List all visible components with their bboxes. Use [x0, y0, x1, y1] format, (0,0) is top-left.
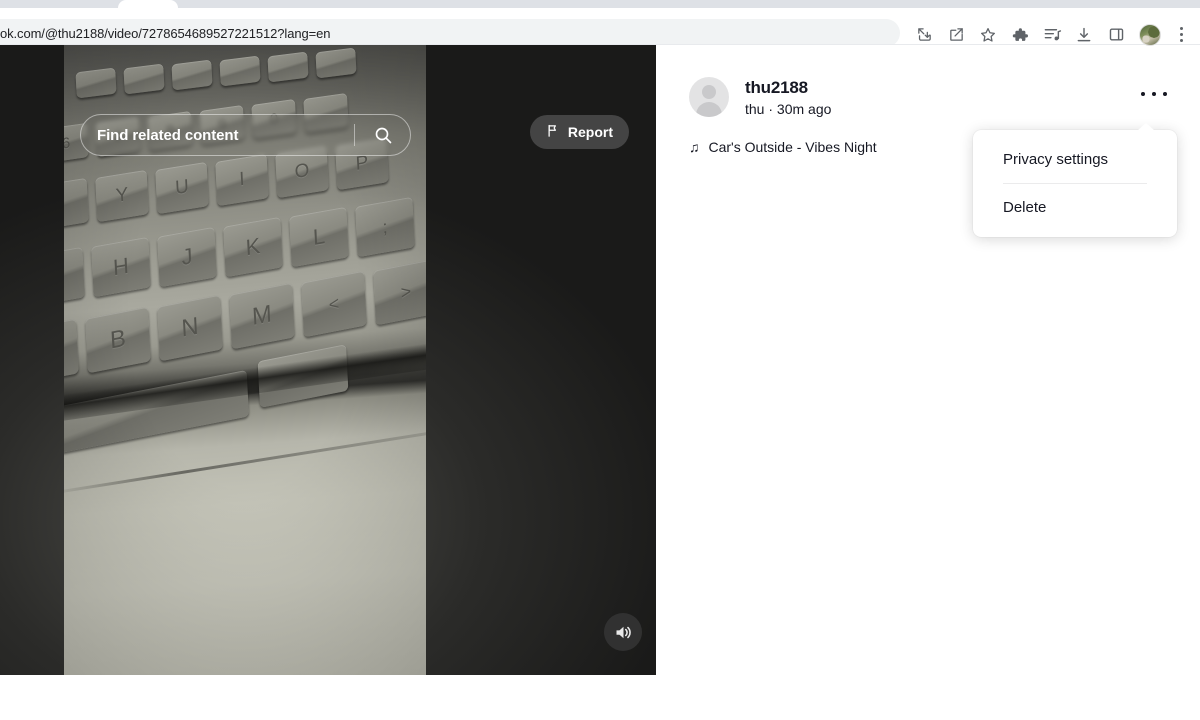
- author-row: thu2188 thu · 30m ago: [689, 77, 1167, 117]
- downloads-icon[interactable]: [1068, 19, 1100, 51]
- browser-menu-icon[interactable]: [1168, 19, 1194, 51]
- find-related-content-search[interactable]: Find related content: [80, 114, 411, 156]
- report-button[interactable]: Report: [529, 115, 629, 149]
- video-player-pane[interactable]: 6 7 8 9 0 Y U I O P G H J K L ;: [0, 45, 656, 675]
- profile-avatar-icon[interactable]: [1139, 23, 1161, 46]
- flag-icon: [546, 123, 561, 141]
- kebab-menu-icon[interactable]: [1141, 83, 1167, 105]
- install-app-icon[interactable]: [908, 19, 940, 51]
- find-related-label: Find related content: [97, 126, 239, 144]
- media-playlist-icon[interactable]: [1036, 19, 1068, 51]
- music-title: Car's Outside - Vibes Night: [708, 139, 877, 155]
- browser-tab-inactive-right[interactable]: [178, 0, 1200, 8]
- report-label: Report: [567, 124, 613, 140]
- browser-tabstrip: [0, 0, 1200, 8]
- author-username[interactable]: thu2188: [745, 78, 831, 98]
- avatar[interactable]: [689, 77, 729, 117]
- browser-chrome: ok.com/@thu2188/video/727865468952722151…: [0, 0, 1200, 47]
- extensions-puzzle-icon[interactable]: [1004, 19, 1036, 51]
- menu-item-delete[interactable]: Delete: [973, 184, 1177, 231]
- browser-tab-inactive-left[interactable]: [0, 0, 118, 8]
- browser-toolbar: ok.com/@thu2188/video/727865468952722151…: [0, 8, 1200, 47]
- address-bar-url[interactable]: ok.com/@thu2188/video/727865468952722151…: [0, 26, 330, 41]
- bookmark-star-icon[interactable]: [972, 19, 1004, 51]
- search-icon[interactable]: [355, 115, 410, 155]
- post-options-menu: Privacy settings Delete: [973, 123, 1177, 237]
- avatar-head-shape: [702, 85, 716, 99]
- browser-toolbar-actions: [908, 16, 1194, 53]
- browser-tab-active[interactable]: [118, 0, 178, 8]
- music-note-icon: ♫: [689, 139, 700, 155]
- side-panel-icon[interactable]: [1100, 19, 1132, 51]
- menu-item-privacy-settings[interactable]: Privacy settings: [973, 136, 1177, 183]
- author-text: thu2188 thu · 30m ago: [745, 77, 831, 117]
- share-icon[interactable]: [940, 19, 972, 51]
- author-nickname-timestamp: thu · 30m ago: [745, 101, 832, 117]
- avatar-body-shape: [696, 102, 722, 117]
- volume-on-icon[interactable]: [604, 613, 642, 651]
